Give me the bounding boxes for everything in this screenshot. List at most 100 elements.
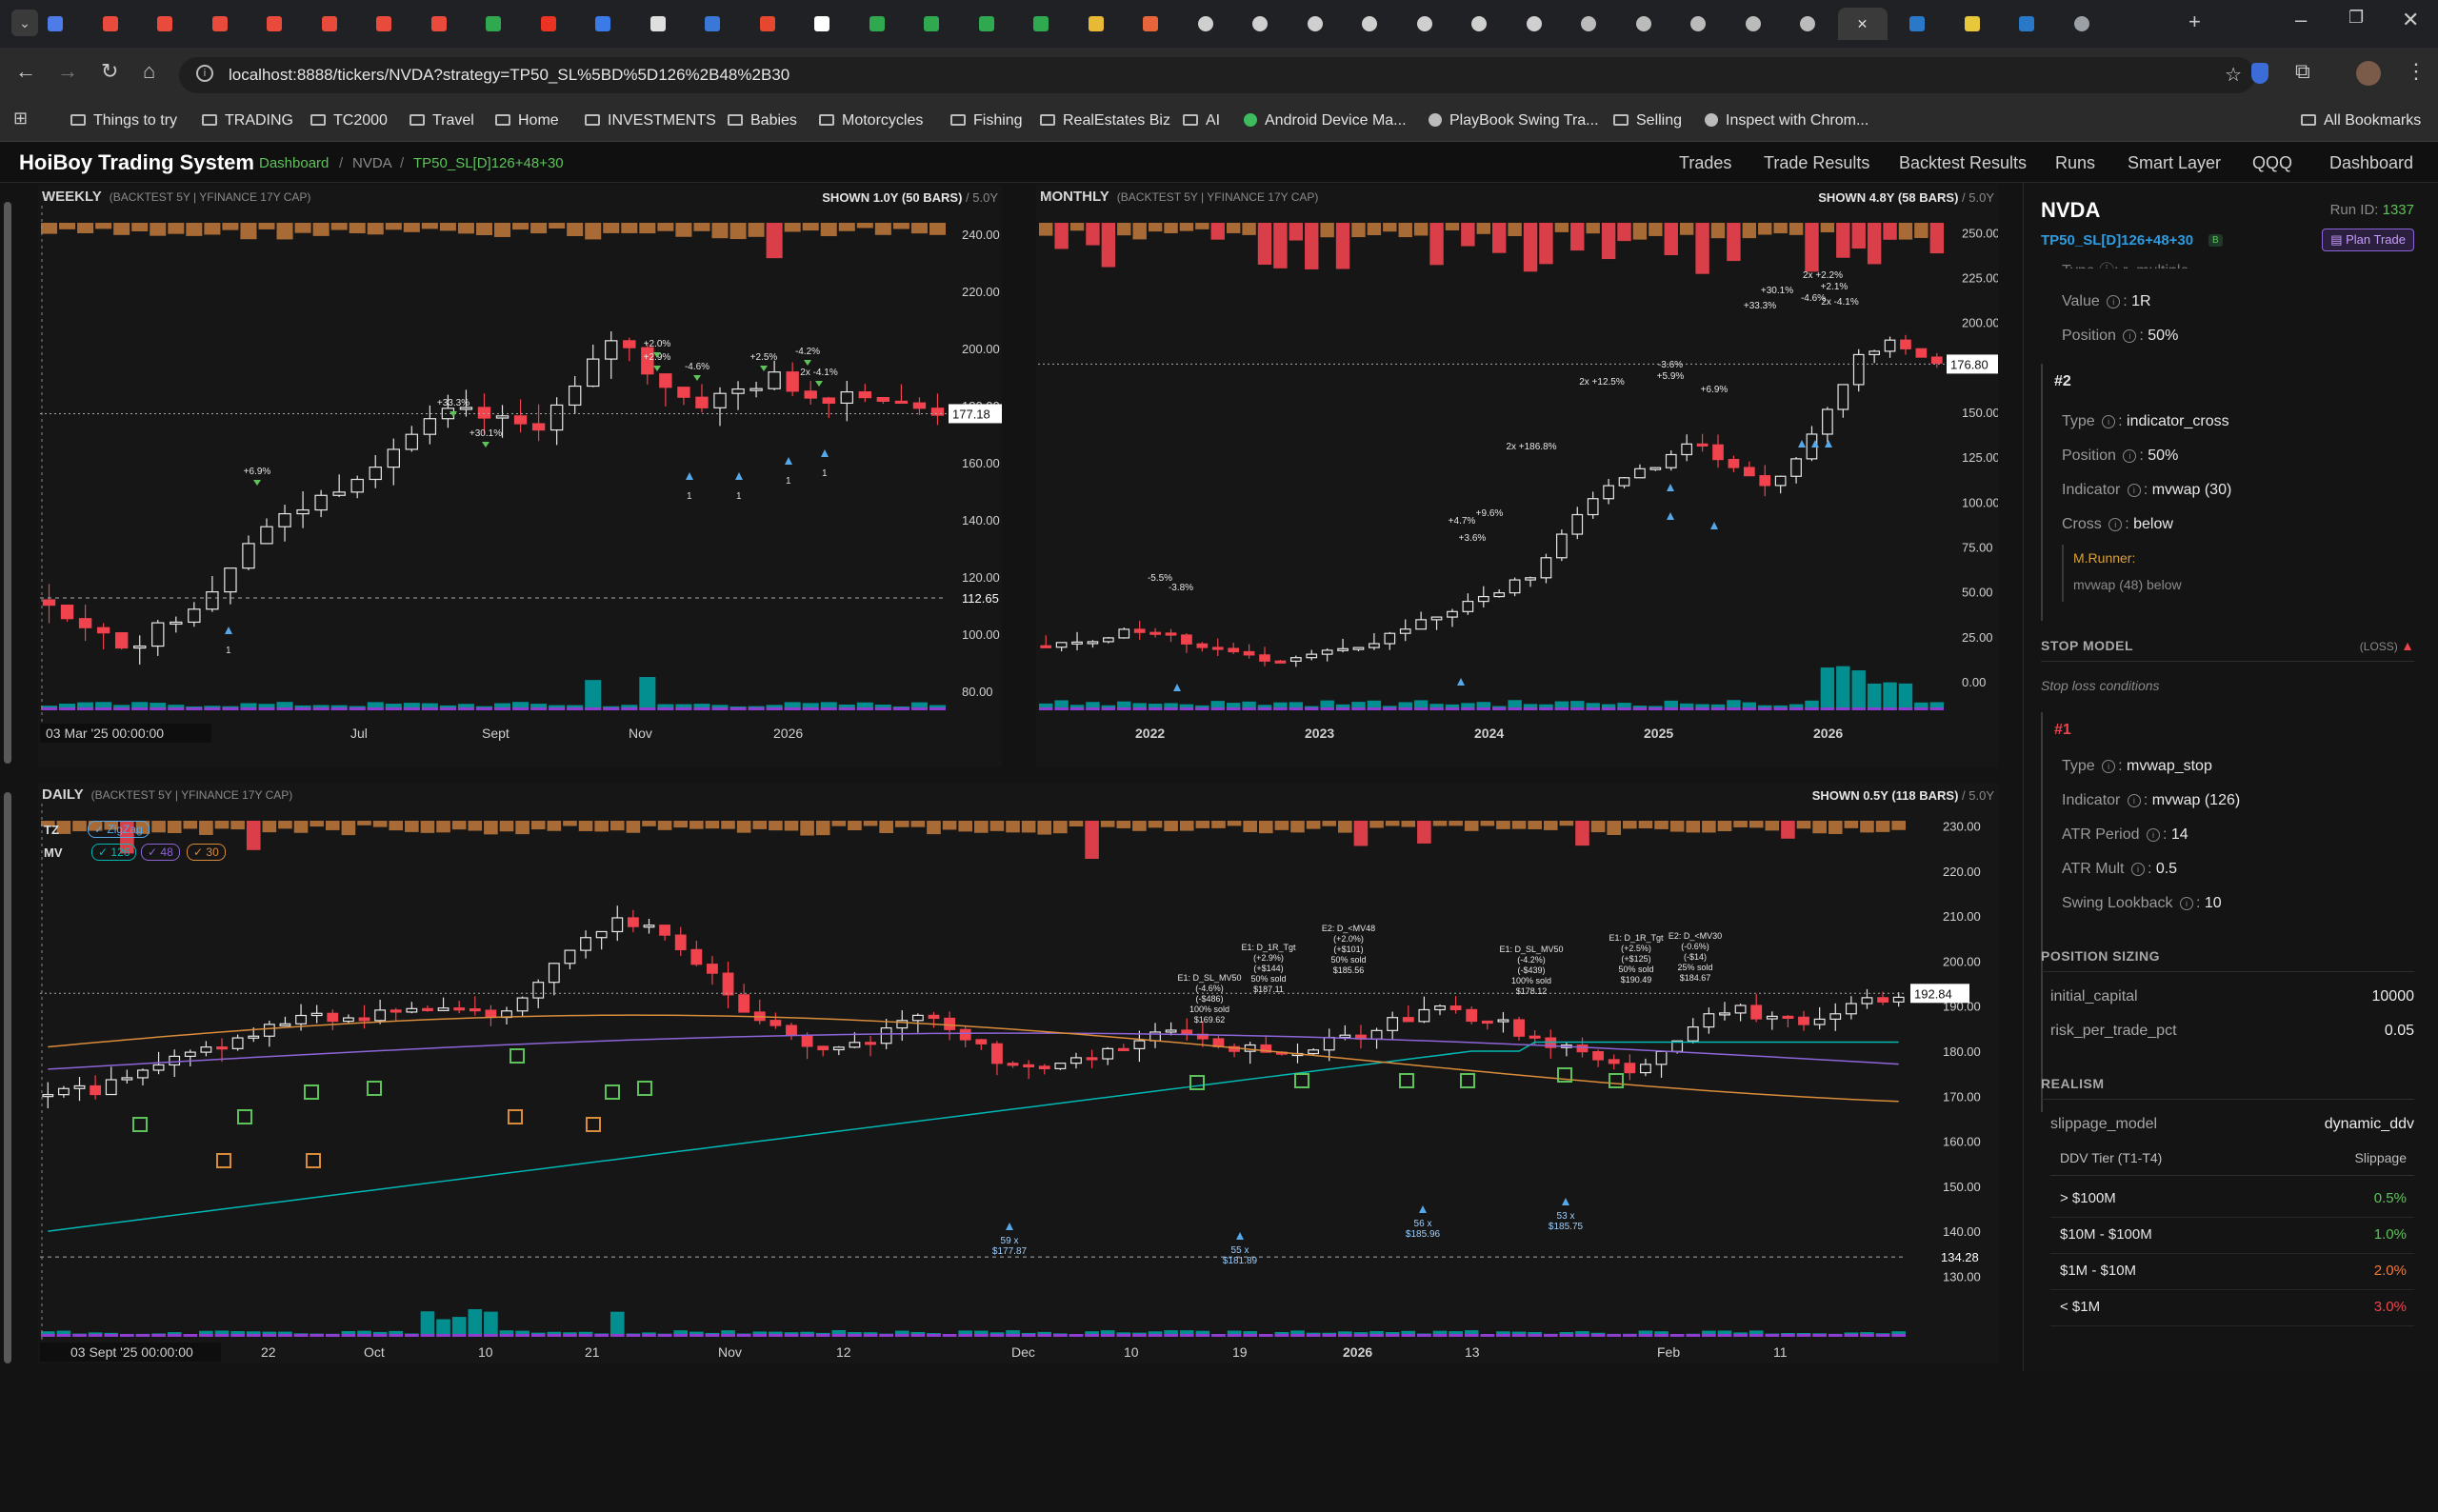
browser-tab[interactable]: [1892, 8, 1942, 40]
nav-trade-results[interactable]: Trade Results: [1764, 153, 1869, 173]
apps-grid-icon[interactable]: ⊞: [13, 109, 28, 129]
extension-shield-icon[interactable]: [2251, 63, 2268, 84]
close-window-icon[interactable]: ✕: [2402, 8, 2419, 32]
nav-trades[interactable]: Trades: [1679, 153, 1731, 173]
globe-icon: [1800, 16, 1815, 31]
scrollbar[interactable]: [4, 792, 11, 1363]
browser-tab[interactable]: [1783, 8, 1832, 40]
bookmark-item[interactable]: Android Device Ma...: [1244, 112, 1407, 129]
browser-tab[interactable]: [1345, 8, 1394, 40]
browser-tab[interactable]: [30, 8, 80, 40]
nav-smart-layer[interactable]: Smart Layer: [2128, 153, 2221, 173]
new-tab-icon[interactable]: +: [2188, 10, 2201, 34]
browser-tab[interactable]: [1181, 8, 1230, 40]
y-tick-label: 200.00: [1943, 954, 1981, 968]
browser-tab[interactable]: [2002, 8, 2051, 40]
browser-tab[interactable]: [359, 8, 409, 40]
browser-tab[interactable]: [86, 8, 135, 40]
minimize-icon[interactable]: –: [2295, 8, 2307, 32]
candle: [1861, 997, 1873, 1005]
bookmark-item[interactable]: TRADING: [202, 112, 293, 129]
bookmark-item[interactable]: Motorcycles: [819, 112, 923, 129]
browser-tab[interactable]: [907, 8, 956, 40]
home-icon[interactable]: ⌂: [143, 59, 155, 84]
browser-tab[interactable]: [524, 8, 573, 40]
plan-trade-button[interactable]: ▤ Plan Trade: [2322, 229, 2414, 251]
browser-tab[interactable]: [2057, 8, 2107, 40]
breadcrumb-dashboard[interactable]: Dashboard: [259, 155, 329, 171]
bookmark-item[interactable]: Travel: [410, 112, 474, 129]
browser-tab[interactable]: [1071, 8, 1121, 40]
bookmark-item[interactable]: TC2000: [310, 112, 388, 129]
monthly-chart[interactable]: 250.00225.00200.00175.00150.00125.00100.…: [1036, 206, 1998, 767]
browser-tab[interactable]: [578, 8, 628, 40]
bookmark-item[interactable]: Babies: [728, 112, 797, 129]
extensions-icon[interactable]: ⧉: [2295, 59, 2310, 84]
forward-icon[interactable]: →: [57, 59, 78, 84]
browser-tab[interactable]: [962, 8, 1011, 40]
breadcrumb-ticker[interactable]: NVDA: [352, 155, 392, 171]
browser-tab[interactable]: ✕: [1837, 8, 1888, 40]
bookmark-item[interactable]: RealEstates Biz: [1040, 112, 1170, 129]
profile-avatar[interactable]: [2356, 61, 2381, 86]
browser-tab[interactable]: [797, 8, 847, 40]
volume-base: [1039, 707, 1053, 710]
browser-tab[interactable]: [1400, 8, 1449, 40]
candle: [1211, 647, 1224, 650]
legend-mv-48[interactable]: ✓ 48: [141, 844, 180, 861]
bookmark-item[interactable]: Things to try: [70, 112, 177, 129]
browser-tab[interactable]: [414, 8, 464, 40]
bookmark-star-icon[interactable]: ☆: [2225, 63, 2242, 87]
browser-tab[interactable]: [469, 8, 518, 40]
browser-tab[interactable]: [1454, 8, 1504, 40]
browser-tab[interactable]: [852, 8, 902, 40]
browser-tab[interactable]: [250, 8, 299, 40]
bookmark-item[interactable]: Inspect with Chrom...: [1705, 112, 1868, 129]
candle: [1339, 1034, 1351, 1039]
browser-tab[interactable]: [195, 8, 245, 40]
browser-tab[interactable]: [1126, 8, 1175, 40]
browser-tab[interactable]: [305, 8, 354, 40]
scrollbar[interactable]: [4, 202, 11, 764]
bookmark-item[interactable]: Fishing: [950, 112, 1023, 129]
back-icon[interactable]: ←: [15, 59, 36, 84]
all-bookmarks[interactable]: All Bookmarks: [2301, 112, 2421, 129]
volume-base: [1820, 707, 1835, 710]
browser-tab[interactable]: [1729, 8, 1778, 40]
weekly-chart[interactable]: 240.00 220.00 200.00 1 80.00 160.00 140.00 120.…: [38, 206, 1002, 767]
reload-icon[interactable]: ↻: [101, 59, 118, 84]
browser-tab[interactable]: [633, 8, 683, 40]
address-bar[interactable]: i localhost:8888/tickers/NVDA?strategy=T…: [179, 57, 2255, 93]
browser-tab[interactable]: [1564, 8, 1613, 40]
candle: [1434, 1005, 1446, 1011]
bookmark-item[interactable]: AI: [1183, 112, 1220, 129]
daily-chart[interactable]: 230.00220.00210.00200.00190.00180.00170.…: [38, 804, 1998, 1363]
browser-tab[interactable]: [688, 8, 737, 40]
browser-tab[interactable]: [1673, 8, 1723, 40]
legend-zigzag[interactable]: ✓ ZigZag: [88, 821, 150, 838]
bookmark-item[interactable]: Home: [495, 112, 559, 129]
nav-runs[interactable]: Runs: [2055, 153, 2095, 173]
browser-tab[interactable]: [1290, 8, 1340, 40]
legend-mv-126[interactable]: ✓ 126: [91, 844, 137, 861]
menu-icon[interactable]: ⋮: [2406, 59, 2427, 84]
candle: [1352, 647, 1365, 650]
nav-qqq[interactable]: QQQ: [2252, 153, 2292, 173]
browser-tab[interactable]: [1235, 8, 1285, 40]
maximize-icon[interactable]: ❐: [2348, 8, 2364, 28]
legend-mv-30[interactable]: ✓ 30: [187, 844, 226, 861]
browser-tab[interactable]: [743, 8, 792, 40]
browser-tab[interactable]: [140, 8, 190, 40]
browser-tab[interactable]: [1016, 8, 1066, 40]
bookmark-item[interactable]: Selling: [1613, 112, 1682, 129]
nav-dashboard[interactable]: Dashboard: [2329, 153, 2413, 173]
bookmark-item[interactable]: PlayBook Swing Tra...: [1429, 112, 1599, 129]
bookmark-item[interactable]: INVESTMENTS: [585, 112, 716, 129]
browser-tab[interactable]: [1948, 8, 1997, 40]
nav-backtest-results[interactable]: Backtest Results: [1899, 153, 2027, 173]
browser-tab[interactable]: [1509, 8, 1559, 40]
browser-tab[interactable]: [1619, 8, 1669, 40]
candle: [531, 423, 546, 431]
site-info-icon[interactable]: i: [196, 65, 213, 82]
volume-base: [1369, 1334, 1384, 1337]
